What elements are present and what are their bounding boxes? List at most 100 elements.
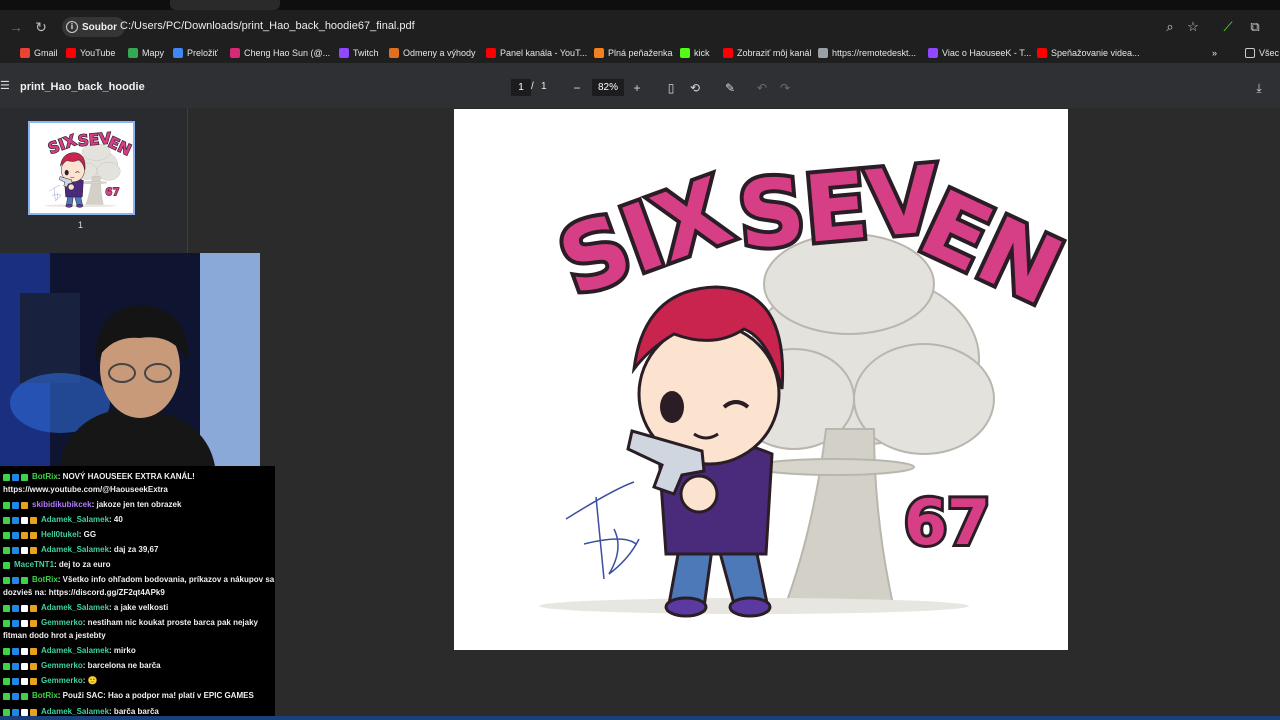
redo-icon[interactable]: ↷ — [776, 79, 794, 97]
artwork-illustration: SIX SEV EN 67 — [454, 109, 1068, 650]
annotate-icon[interactable]: ✎ — [721, 79, 739, 97]
reload-icon[interactable]: ↻ — [31, 17, 51, 37]
bookmark-label: kick — [694, 48, 710, 58]
chat-badges — [3, 617, 39, 628]
bookmarks-more-button[interactable]: » — [1212, 46, 1217, 60]
bookmark-item[interactable]: Plná peňaženka — [594, 46, 673, 60]
chat-badges — [3, 559, 12, 570]
bookmark-item[interactable]: Mapy — [128, 46, 164, 60]
chat-message: BotRix: Všetko info ohľadom bodovania, p… — [3, 574, 274, 585]
chat-username[interactable]: BotRix — [32, 472, 58, 481]
bookmark-item[interactable]: Gmail — [20, 46, 58, 60]
chat-username[interactable]: Gemmerko — [41, 676, 83, 685]
chat-message: Gemmerko: nestiham nic koukat proste bar… — [3, 617, 258, 628]
menu-icon[interactable]: ☰ — [0, 79, 10, 92]
bookmark-item[interactable]: Twitch — [339, 46, 379, 60]
undo-icon[interactable]: ↶ — [753, 79, 771, 97]
chat-username[interactable]: Adamek_Salamek — [41, 707, 109, 716]
rotate-icon[interactable]: ⟲ — [686, 79, 704, 97]
zoom-level-input[interactable]: 82% — [592, 79, 624, 96]
badge-icon — [3, 531, 10, 539]
bookmark-folder[interactable]: Všec — [1245, 46, 1279, 60]
browser-toolbar: → ↻ i Soubor C:/Users/PC/Downloads/print… — [0, 10, 1280, 43]
badge-icon — [21, 692, 28, 700]
bookmark-item[interactable]: Speňažovanie videa... — [1037, 46, 1140, 60]
pdf-viewer[interactable]: SIX SEV EN 67 — [188, 108, 1280, 720]
chat-username[interactable]: Adamek_Salamek — [41, 646, 109, 655]
chat-message: Adamek_Salamek: 40 — [3, 514, 123, 525]
thumbnail-page-number: 1 — [78, 220, 84, 230]
bookmark-item[interactable]: https://remotedeskt... — [818, 46, 916, 60]
badge-icon — [12, 576, 19, 584]
badge-icon — [12, 501, 19, 509]
chat-message: Adamek_Salamek: mirko — [3, 645, 136, 656]
bookmark-favicon-icon — [818, 48, 828, 58]
address-bar[interactable]: i Soubor C:/Users/PC/Downloads/print_Hao… — [58, 15, 1208, 39]
bookmark-favicon-icon — [20, 48, 30, 58]
bookmark-item[interactable]: YouTube — [66, 46, 115, 60]
bookmark-favicon-icon — [680, 48, 690, 58]
chat-username[interactable]: BotRix — [32, 575, 58, 584]
download-icon[interactable]: ⤓ — [1250, 79, 1268, 97]
bookmark-item[interactable]: Zobraziť môj kanál — [723, 46, 811, 60]
bookmark-item[interactable]: Panel kanála - YouT... — [486, 46, 587, 60]
badge-icon — [12, 604, 19, 612]
pdf-title: print_Hao_back_hoodie — [20, 81, 145, 93]
chat-username[interactable]: BotRix — [32, 691, 58, 700]
star-icon[interactable]: ☆ — [1183, 17, 1203, 37]
chat-text: : a jake velkosti — [109, 603, 169, 612]
badge-icon — [21, 677, 28, 685]
chat-username[interactable]: Hell0tukel — [41, 530, 79, 539]
badge-icon — [12, 662, 19, 670]
badge-icon — [3, 473, 10, 481]
url-text[interactable]: C:/Users/PC/Downloads/print_Hao_back_hoo… — [120, 20, 415, 32]
bookmark-folder-label: Všec — [1259, 48, 1280, 58]
bookmark-label: Preložiť — [187, 48, 218, 58]
chat-message: skibidikubikcek: jakoze jen ten obrazek — [3, 499, 181, 510]
badge-icon — [3, 662, 10, 670]
stream-chat: BotRix: NOVÝ HAOUSEEK EXTRA KANÁL! https:… — [0, 466, 275, 720]
chat-text: : dej to za euro — [54, 560, 111, 569]
pdf-page[interactable]: SIX SEV EN 67 — [454, 109, 1068, 650]
extension-icon[interactable]: ⟋ — [1218, 17, 1238, 37]
site-info-chip[interactable]: i Soubor — [62, 17, 125, 37]
chat-username[interactable]: Adamek_Salamek — [41, 515, 109, 524]
page-thumbnail[interactable] — [28, 121, 135, 215]
bookmark-favicon-icon — [128, 48, 138, 58]
chat-text: dozvieš na: https://discord.gg/ZF2qt4APk… — [3, 588, 165, 597]
badge-icon — [21, 619, 28, 627]
bookmark-favicon-icon — [486, 48, 496, 58]
bookmark-item[interactable]: Viac o HaouseeK - T... — [928, 46, 1031, 60]
chat-badges — [3, 602, 39, 613]
bookmark-item[interactable]: kick — [680, 46, 710, 60]
bookmark-item[interactable]: Preložiť — [173, 46, 218, 60]
chat-username[interactable]: Gemmerko — [41, 618, 83, 627]
chat-username[interactable]: skibidikubikcek — [32, 500, 92, 509]
active-tab[interactable] — [170, 0, 280, 10]
chat-badges — [3, 675, 39, 686]
zoom-in-icon[interactable]: + — [628, 79, 646, 97]
thumbnail-artwork — [30, 123, 133, 213]
puzzle-icon[interactable]: ⧉ — [1245, 17, 1265, 37]
chat-username[interactable]: Adamek_Salamek — [41, 545, 109, 554]
zoom-icon[interactable]: ⌕ — [1160, 17, 1180, 37]
forward-icon[interactable]: → — [6, 17, 26, 37]
bookmark-label: Odmeny a výhody — [403, 48, 476, 58]
badge-icon — [21, 531, 28, 539]
chat-username[interactable]: Gemmerko — [41, 661, 83, 670]
bookmark-favicon-icon — [389, 48, 399, 58]
bookmark-item[interactable]: Cheng Hao Sun (@... — [230, 46, 330, 60]
chat-message: BotRix: Použi SAC: Hao a podpor ma! plat… — [3, 690, 254, 701]
bookmarks-bar: Speňažovanie videa... Viac o HaouseeK - T… — [0, 43, 1280, 63]
badge-icon — [3, 692, 10, 700]
fit-page-icon[interactable]: ▯ — [662, 79, 680, 97]
chat-username[interactable]: MaceTNT1 — [14, 560, 54, 569]
bookmark-label: Panel kanála - YouT... — [500, 48, 588, 58]
chat-text: fitman dodo hrot a jestebty — [3, 631, 106, 640]
page-number-input[interactable]: 1 — [511, 79, 531, 96]
chat-username[interactable]: Adamek_Salamek — [41, 603, 109, 612]
bookmark-item[interactable]: Odmeny a výhody — [389, 46, 476, 60]
chat-message: fitman dodo hrot a jestebty — [3, 630, 106, 641]
zoom-out-icon[interactable]: − — [568, 79, 586, 97]
chat-text: : GG — [78, 530, 97, 539]
